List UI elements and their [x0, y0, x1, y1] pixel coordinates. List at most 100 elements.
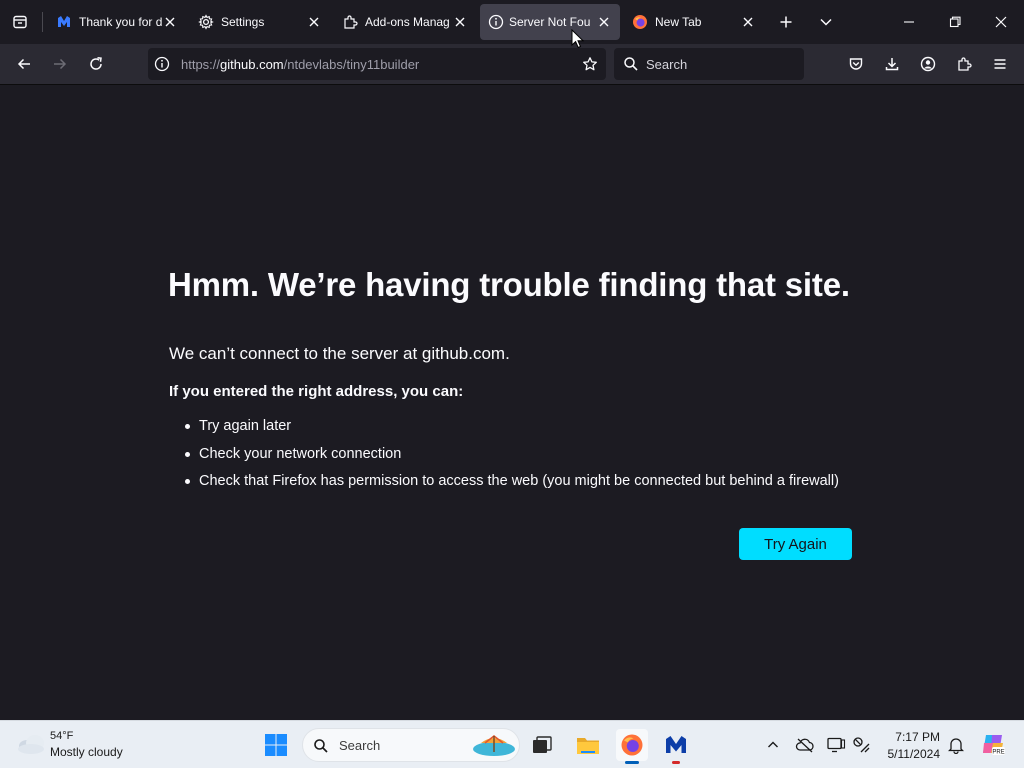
close-icon[interactable] — [596, 14, 612, 30]
hamburger-menu-icon — [992, 56, 1008, 72]
tab-addons-manager[interactable]: Add-ons Manag — [332, 4, 476, 40]
url-text[interactable]: https://github.com/ntdevlabs/tiny11build… — [181, 57, 419, 72]
firefox-view-icon — [12, 14, 28, 30]
search-icon — [623, 56, 639, 72]
malwarebytes-icon — [666, 736, 686, 753]
menu-button[interactable] — [984, 48, 1016, 80]
copilot-button[interactable]: PRE — [980, 731, 1006, 757]
tab-title: Add-ons Manag — [365, 15, 450, 29]
malwarebytes-taskbar-button[interactable] — [660, 729, 692, 764]
puzzle-icon — [956, 56, 972, 72]
file-explorer-button[interactable] — [572, 729, 604, 761]
list-item: Try again later — [169, 416, 839, 444]
chevron-up-icon — [768, 741, 778, 748]
site-info-icon[interactable] — [154, 56, 170, 72]
close-icon[interactable] — [452, 14, 468, 30]
navigation-toolbar: https://github.com/ntdevlabs/tiny11build… — [0, 44, 1024, 85]
list-item-text: Try again later — [199, 418, 292, 434]
restore-icon — [947, 14, 963, 30]
pocket-icon — [848, 56, 864, 72]
tab-new-tab[interactable]: New Tab — [622, 4, 766, 40]
task-view-button[interactable] — [526, 729, 558, 761]
arrow-right-icon — [52, 56, 68, 72]
clock-date: 5/11/2024 — [887, 747, 941, 761]
close-icon — [993, 14, 1009, 30]
taskbar-search[interactable]: Search — [302, 728, 520, 762]
firefox-taskbar-button[interactable] — [616, 729, 648, 764]
suggestions-list: Try again later Check your network conne… — [169, 416, 839, 499]
cloud-offline-icon — [795, 738, 814, 753]
close-icon[interactable] — [306, 14, 322, 30]
download-icon — [884, 56, 900, 72]
back-button[interactable] — [8, 48, 40, 80]
search-icon — [313, 738, 329, 754]
notifications-button[interactable] — [946, 735, 966, 755]
tab-server-not-found[interactable]: Server Not Four — [480, 4, 620, 40]
tab-title: Thank you for d — [79, 15, 163, 29]
bullet-icon — [185, 479, 190, 484]
suggestions-heading: If you entered the right address, you ca… — [169, 383, 464, 400]
gear-icon — [198, 14, 214, 30]
list-all-tabs-button[interactable] — [810, 6, 842, 38]
close-window-button[interactable] — [978, 0, 1024, 44]
firefox-icon — [632, 14, 648, 30]
error-title: Hmm. We’re having trouble finding that s… — [168, 266, 850, 303]
minimize-button[interactable] — [886, 0, 932, 44]
arrow-left-icon — [16, 56, 32, 72]
pocket-button[interactable] — [840, 48, 872, 80]
onedrive-button[interactable] — [795, 735, 815, 755]
list-item-text: Check your network connection — [199, 445, 402, 462]
monitor-icon — [827, 737, 846, 753]
list-item: Check your network connection — [169, 444, 839, 472]
error-description: We can’t connect to the server at github… — [169, 344, 510, 363]
weather-temperature: 54°F — [50, 730, 74, 742]
list-item: Check that Firefox has permission to acc… — [169, 471, 839, 499]
bookmark-star-icon[interactable] — [582, 56, 598, 72]
url-path: /ntdevlabs/tiny11builder — [283, 57, 420, 72]
account-button[interactable] — [912, 48, 944, 80]
tab-strip: Thank you for d Settings Add-ons Manag S… — [0, 0, 1024, 44]
reload-button[interactable] — [80, 48, 112, 80]
reload-icon — [88, 56, 104, 72]
extensions-button[interactable] — [948, 48, 980, 80]
copilot-icon: PRE — [983, 735, 1005, 756]
info-icon — [488, 14, 504, 30]
display-button[interactable] — [826, 735, 846, 755]
tab-settings[interactable]: Settings — [188, 4, 332, 40]
tab-thank-you[interactable]: Thank you for d — [46, 4, 182, 40]
clock-time: 7:17 PM — [895, 730, 940, 744]
running-indicator — [672, 761, 680, 764]
start-button[interactable] — [260, 729, 292, 761]
task-view-icon — [533, 736, 552, 753]
bullet-icon — [185, 451, 190, 457]
folder-icon — [577, 738, 599, 754]
restore-button[interactable] — [932, 0, 978, 44]
plus-icon — [778, 14, 794, 30]
taskbar-search-label: Search — [339, 738, 381, 753]
close-icon[interactable] — [162, 14, 178, 30]
search-input[interactable] — [646, 54, 796, 74]
show-hidden-icons-button[interactable] — [763, 735, 783, 755]
firefox-icon — [621, 734, 643, 756]
close-icon[interactable] — [740, 14, 756, 30]
list-item-text: Check that Firefox has permission to acc… — [199, 473, 839, 489]
puzzle-icon — [342, 14, 358, 30]
try-again-button[interactable]: Try Again — [739, 528, 852, 560]
mouse-cursor-icon — [571, 29, 585, 49]
network-button[interactable] — [852, 735, 872, 755]
active-indicator — [625, 761, 639, 764]
svg-text:PRE: PRE — [992, 750, 1004, 756]
tab-title: Settings — [221, 15, 265, 29]
weather-description: Mostly cloudy — [50, 745, 123, 759]
bell-icon — [948, 738, 964, 754]
taskbar: 54°F Mostly cloudy Search 7:17 PM 5/11/2… — [0, 720, 1024, 768]
firefox-view-button[interactable] — [4, 6, 36, 38]
chevron-down-icon — [818, 14, 834, 30]
url-bar[interactable]: https://github.com/ntdevlabs/tiny11build… — [148, 48, 606, 80]
new-tab-button[interactable] — [770, 6, 802, 38]
malwarebytes-icon — [56, 14, 72, 30]
search-bar[interactable] — [614, 48, 804, 80]
forward-button[interactable] — [44, 48, 76, 80]
url-host: github.com — [220, 57, 284, 72]
downloads-button[interactable] — [876, 48, 908, 80]
